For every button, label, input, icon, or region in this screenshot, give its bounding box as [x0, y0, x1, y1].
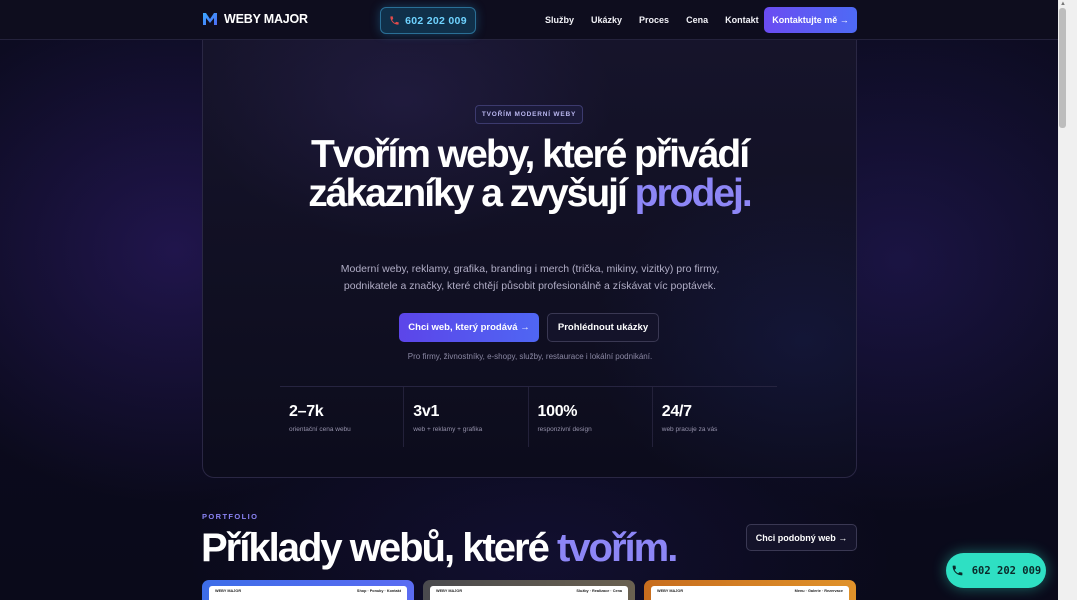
nav-link-sluzby[interactable]: Služby	[545, 15, 574, 25]
card-brand: WEBY MAJOR	[657, 589, 684, 593]
stat-label: web + reklamy + grafika	[413, 426, 483, 433]
phone-icon	[390, 16, 399, 25]
header-phone-button[interactable]: 602 202 009	[380, 7, 476, 34]
card-tags: Služby · Realizace · Cena	[576, 589, 622, 593]
hero-headline: Tvořím weby, které přivádí zákazníky a z…	[302, 135, 757, 213]
scrollbar-thumb[interactable]	[1059, 8, 1066, 128]
nav-link-ukazky[interactable]: Ukázky	[591, 15, 622, 25]
hero-badge: TVOŘÍM MODERNÍ WEBY	[475, 105, 583, 124]
stats-row: 2–7k orientační cena webu 3v1 web + rekl…	[280, 387, 777, 447]
scroll-up-arrow-icon[interactable]: ▲	[1060, 1, 1066, 7]
floating-call-button[interactable]: 602 202 009	[946, 553, 1046, 588]
floating-phone-number: 602 202 009	[971, 564, 1042, 577]
portfolio-card-preview: WEBY MAJOR Menu · Galerie · Rezervace	[651, 586, 849, 600]
portfolio-title-accent: tvořím.	[556, 526, 678, 570]
nav-link-cena[interactable]: Cena	[686, 15, 708, 25]
portfolio-card[interactable]: WEBY MAJOR Menu · Galerie · Rezervace	[644, 580, 856, 600]
want-selling-web-button[interactable]: Chci web, který prodává →	[399, 313, 539, 342]
portfolio-title: Příklady webů, které tvořím.	[201, 526, 678, 570]
card-tags: Shop · Ponuky · Kontakt	[356, 589, 401, 593]
stat-label: responzivní design	[537, 426, 592, 433]
header-phone-number: 602 202 009	[405, 14, 467, 27]
hero-audience-note: Pro firmy, živnostníky, e-shopy, služby,…	[407, 352, 653, 361]
stat-item: 3v1 web + reklamy + grafika	[404, 387, 529, 447]
stat-item: 100% responzivní design	[529, 387, 653, 447]
portfolio-card[interactable]: WEBY MAJOR Služby · Realizace · Cena	[423, 580, 635, 600]
stat-item: 24/7 web pracuje za vás	[653, 387, 777, 447]
card-tags: Menu · Galerie · Rezervace	[794, 589, 843, 593]
stat-item: 2–7k orientační cena webu	[280, 387, 405, 447]
nav-link-proces[interactable]: Proces	[639, 15, 669, 25]
main-nav: Služby Ukázky Proces Cena Kontakt	[545, 15, 759, 25]
phone-icon	[952, 565, 963, 576]
hero-headline-accent: prodej.	[634, 172, 753, 215]
view-samples-button[interactable]: Prohlédnout ukázky	[547, 313, 659, 342]
stat-value: 24/7	[661, 403, 692, 420]
stat-value: 100%	[537, 403, 578, 420]
portfolio-card[interactable]: WEBY MAJOR Shop · Ponuky · Kontakt	[202, 580, 414, 600]
brand-name: WEBY MAJOR	[224, 12, 308, 26]
want-similar-web-button[interactable]: Chci podobný web →	[746, 524, 857, 551]
top-navigation-bar: WEBY MAJOR 602 202 009 Služby Ukázky Pro…	[0, 0, 1058, 40]
stat-label: web pracuje za vás	[661, 426, 718, 433]
portfolio-title-main: Příklady webů, které	[201, 526, 557, 570]
nav-link-kontakt[interactable]: Kontakt	[725, 15, 759, 25]
brand-logo[interactable]: WEBY MAJOR	[202, 12, 308, 26]
portfolio-eyebrow: PORTFOLIO	[202, 512, 259, 521]
hero-lead-text: Moderní weby, reklamy, grafika, branding…	[340, 263, 720, 292]
contact-me-button[interactable]: Kontaktujte mě →	[764, 7, 857, 33]
stat-value: 2–7k	[289, 403, 324, 420]
portfolio-card-preview: WEBY MAJOR Shop · Ponuky · Kontakt	[209, 586, 407, 600]
card-brand: WEBY MAJOR	[436, 589, 463, 593]
portfolio-card-preview: WEBY MAJOR Služby · Realizace · Cena	[430, 586, 628, 600]
stat-label: orientační cena webu	[289, 426, 351, 433]
logo-m-icon	[203, 13, 217, 25]
card-brand: WEBY MAJOR	[215, 589, 242, 593]
stat-value: 3v1	[413, 403, 440, 420]
